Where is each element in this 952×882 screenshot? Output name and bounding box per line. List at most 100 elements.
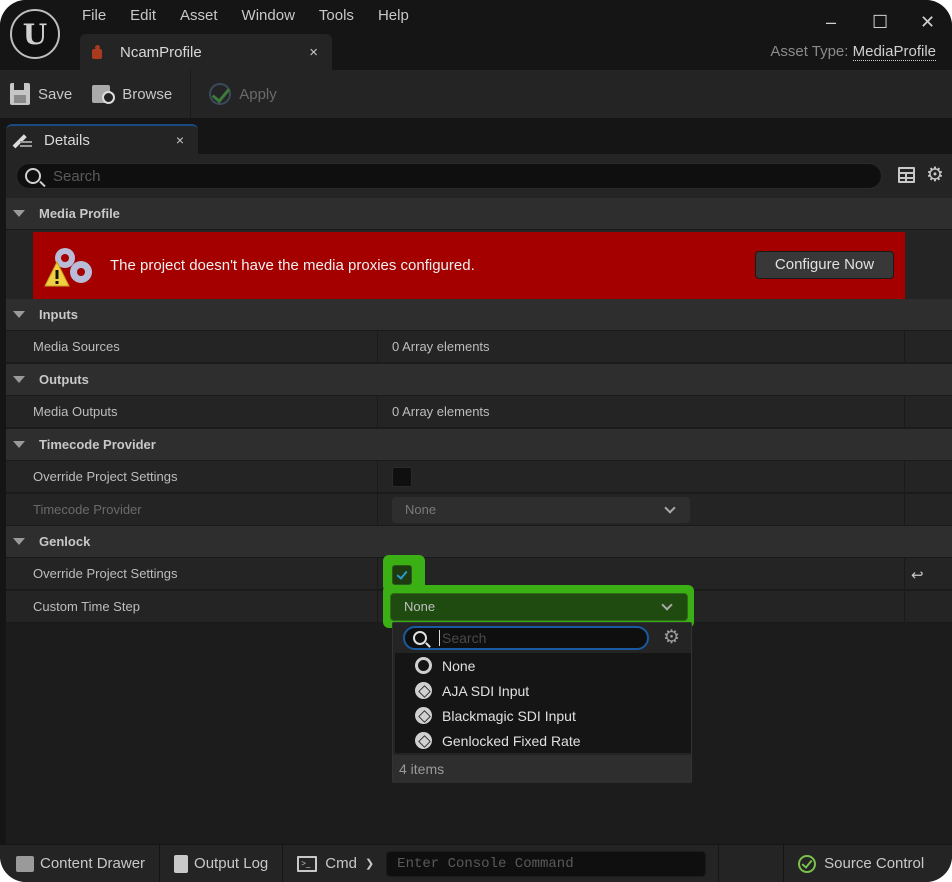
property-name: Media Sources [33, 339, 120, 354]
details-search [16, 163, 882, 189]
configure-now-button[interactable]: Configure Now [755, 251, 894, 279]
column-splitter[interactable] [377, 591, 378, 623]
apply-check-icon [209, 83, 232, 105]
custom-time-step-combo[interactable]: None [390, 593, 688, 621]
column-divider [904, 591, 905, 623]
console-command-input[interactable] [387, 855, 688, 872]
combo-value: None [404, 599, 436, 614]
property-name: Override Project Settings [33, 469, 178, 484]
column-splitter[interactable] [377, 331, 378, 363]
property-name: Custom Time Step [33, 599, 140, 614]
media-proxy-warning-banner: The project doesn't have the media proxi… [33, 232, 905, 299]
warning-text: The project doesn't have the media proxi… [110, 257, 475, 274]
collapse-arrow-icon [13, 441, 25, 448]
column-splitter[interactable] [377, 558, 378, 590]
collapse-arrow-icon [13, 311, 25, 318]
property-row-media-sources: Media Sources 0 Array elements [6, 331, 952, 363]
source-control-button[interactable]: Source Control [783, 844, 938, 882]
dropdown-item-blackmagic-sdi-input[interactable]: Blackmagic SDI Input [395, 703, 691, 728]
menu-help[interactable]: Help [366, 6, 421, 26]
category-label: Inputs [39, 307, 78, 322]
category-label: Outputs [39, 372, 89, 387]
category-timecode-provider[interactable]: Timecode Provider [6, 429, 952, 461]
column-splitter[interactable] [377, 494, 378, 526]
ue-asset-editor-window: U File Edit Asset Window Tools Help Ncam… [0, 0, 952, 882]
property-value: 0 Array elements [392, 404, 490, 419]
dropdown-item-aja-sdi-input[interactable]: AJA SDI Input [395, 678, 691, 703]
reset-to-default-icon[interactable]: ↩ [911, 566, 924, 584]
category-media-profile[interactable]: Media Profile [6, 198, 952, 230]
details-tab-row: Details × [0, 118, 952, 154]
media-profile-asset-icon [90, 45, 104, 59]
dropdown-search-input[interactable] [439, 630, 639, 646]
menu-edit[interactable]: Edit [118, 6, 168, 26]
item-label: Blackmagic SDI Input [442, 707, 576, 724]
save-button[interactable]: Save [0, 70, 82, 118]
column-divider [904, 461, 905, 493]
dropdown-item-count: 4 items [393, 755, 691, 783]
terminal-icon: >_ [297, 855, 318, 872]
title-bar: U File Edit Asset Window Tools Help Ncam… [0, 0, 952, 70]
browse-folder-icon [92, 83, 116, 105]
timecode-provider-combo[interactable]: None [392, 497, 690, 523]
property-name: Override Project Settings [33, 566, 178, 581]
close-tab-icon[interactable]: × [309, 44, 318, 61]
details-tab[interactable]: Details × [6, 124, 198, 154]
cmd-label: Cmd [325, 855, 357, 872]
close-details-icon[interactable]: × [176, 132, 184, 148]
collapse-arrow-icon [13, 376, 25, 383]
status-bar: Content Drawer Output Log >_ Cmd ❯ Sourc… [0, 844, 952, 882]
browse-label: Browse [122, 85, 173, 103]
property-matrix-icon[interactable] [898, 167, 915, 183]
asset-tab-label: NcamProfile [120, 43, 202, 61]
none-ring-icon [415, 657, 432, 674]
tc-override-checkbox[interactable] [392, 467, 412, 487]
asset-tab-ncamprofile[interactable]: NcamProfile × [80, 34, 332, 70]
search-icon [25, 168, 41, 184]
category-genlock[interactable]: Genlock [6, 526, 952, 558]
warning-gears-icon [44, 248, 92, 287]
column-splitter[interactable] [377, 396, 378, 428]
menu-file[interactable]: File [82, 6, 118, 26]
asset-type-link[interactable]: MediaProfile [852, 43, 936, 61]
genlock-override-checkbox[interactable] [392, 565, 412, 585]
maximize-button[interactable]: ☐ [872, 12, 888, 33]
details-search-input[interactable] [53, 167, 833, 185]
status-divider [718, 844, 720, 882]
close-window-button[interactable]: ✕ [920, 12, 935, 33]
property-name: Media Outputs [33, 404, 118, 419]
category-outputs[interactable]: Outputs [6, 364, 952, 396]
property-row-tc-override: Override Project Settings [6, 461, 952, 493]
category-inputs[interactable]: Inputs [6, 299, 952, 331]
custom-time-step-dropdown: ⚙ None AJA SDI Input Blackmagic SDI Inpu… [392, 622, 692, 783]
menu-asset[interactable]: Asset [168, 6, 230, 26]
chevron-down-icon: ❯ [364, 858, 375, 870]
column-divider [904, 494, 905, 526]
combo-value: None [405, 502, 437, 517]
menu-tools[interactable]: Tools [307, 6, 366, 26]
menu-window[interactable]: Window [230, 6, 307, 26]
content-drawer-label: Content Drawer [40, 855, 146, 872]
column-splitter[interactable] [377, 461, 378, 493]
dropdown-item-genlocked-fixed-rate[interactable]: Genlocked Fixed Rate [395, 728, 691, 753]
details-pencil-icon [12, 131, 34, 149]
details-search-row: ⚙ [6, 154, 952, 198]
dropdown-settings-gear-icon[interactable]: ⚙ [663, 626, 680, 649]
collapse-arrow-icon [13, 538, 25, 545]
column-divider [904, 558, 905, 590]
item-label: Genlocked Fixed Rate [442, 732, 581, 749]
browse-button[interactable]: Browse [82, 70, 182, 118]
category-label: Timecode Provider [39, 437, 156, 452]
output-log-label: Output Log [194, 855, 269, 872]
cmd-dropdown-button[interactable]: >_ Cmd ❯ [283, 845, 374, 882]
content-drawer-button[interactable]: Content Drawer [0, 844, 161, 882]
apply-button[interactable]: Apply [199, 70, 287, 118]
dropdown-search [403, 626, 649, 650]
unreal-logo-icon[interactable]: U [10, 9, 60, 59]
output-log-button[interactable]: Output Log [160, 844, 284, 882]
settings-gear-icon[interactable]: ⚙ [926, 165, 944, 185]
minimize-button[interactable]: – [826, 12, 836, 33]
save-label: Save [38, 85, 73, 103]
class-icon [415, 707, 432, 724]
dropdown-item-none[interactable]: None [395, 653, 691, 678]
